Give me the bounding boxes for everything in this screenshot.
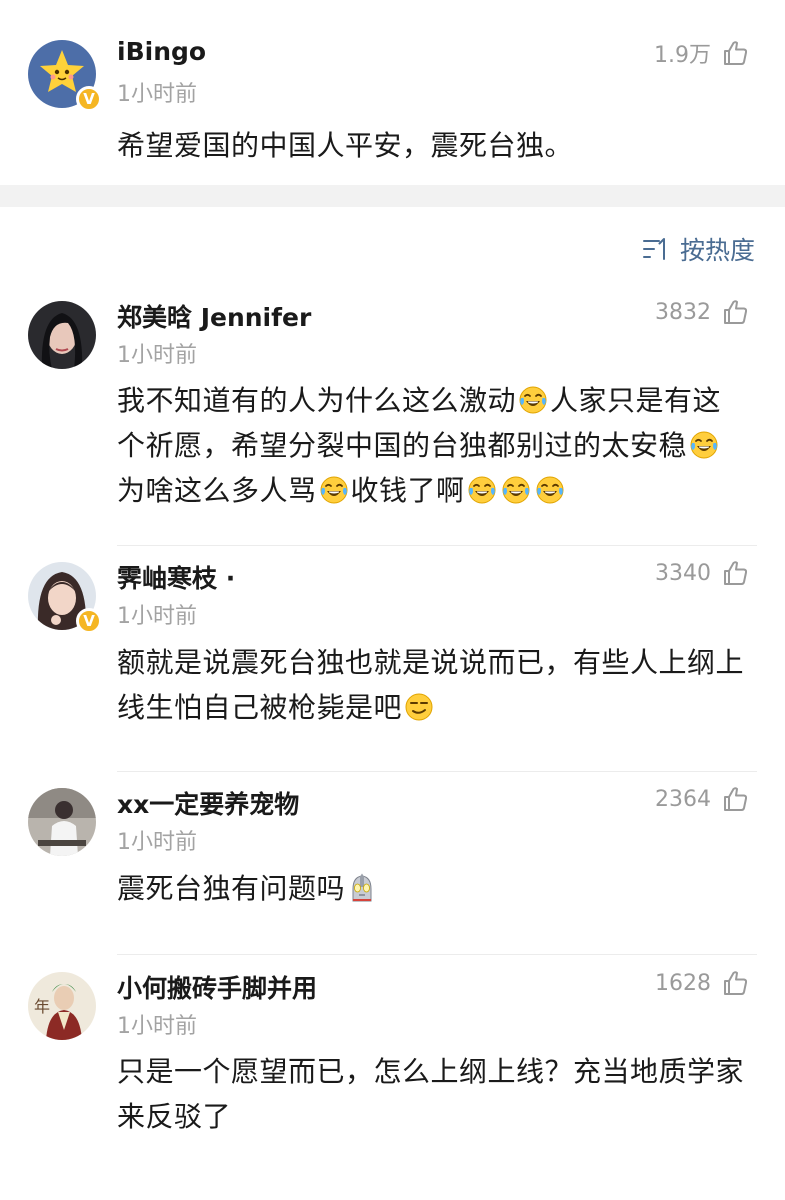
avatar[interactable]	[28, 788, 96, 856]
sort-by-hot-button[interactable]: 按热度	[642, 231, 755, 267]
like-count: 1628	[655, 970, 711, 996]
thumbs-up-icon	[721, 298, 749, 326]
post-text: 希望爱国的中国人平安，震死台独。	[117, 129, 574, 162]
avatar[interactable]	[28, 301, 96, 369]
laughing-crying-emoji-icon	[467, 475, 497, 505]
anime-character-avatar-icon: 年	[28, 972, 96, 1040]
comment-item: 郑美晗 Jennifer 1小时前 3832 我不知道有的人为什么这么激动 人家只…	[0, 281, 785, 546]
timestamp: 1小时前	[117, 604, 197, 629]
like-button[interactable]: 1.9万	[654, 37, 749, 69]
svg-text:年: 年	[34, 997, 50, 1016]
thumbs-up-icon	[721, 39, 749, 67]
thumbs-up-icon	[721, 785, 749, 813]
like-count: 3832	[655, 299, 711, 325]
ultraman-emoji-icon	[347, 873, 377, 903]
sort-icon	[642, 238, 665, 260]
author-name[interactable]: xx一定要养宠物	[117, 785, 299, 821]
author-name[interactable]: iBingo	[117, 37, 206, 66]
timestamp: 1小时前	[117, 830, 197, 855]
like-count: 2364	[655, 786, 711, 812]
timestamp: 1小时前	[117, 82, 197, 107]
like-button[interactable]: 1628	[655, 969, 749, 997]
comment-text-part: 收钱了啊	[350, 474, 465, 507]
comment-text: 额就是说震死台独也就是说说而已，有些人上纲上线生怕自己被枪毙是吧	[117, 640, 745, 730]
thumbs-up-icon	[721, 559, 749, 587]
comment-text-part: 我不知道有的人为什么这么激动	[117, 384, 517, 417]
comment-text: 我不知道有的人为什么这么激动 人家只是有这个祈愿，希望分裂中国的台独都别过的太安稳…	[117, 378, 745, 513]
woman-portrait-avatar-icon	[28, 301, 96, 369]
smirk-emoji-icon	[404, 692, 434, 722]
author-name[interactable]: 小何搬砖手脚并用	[117, 969, 317, 1005]
comment-text: 只是一个愿望而已，怎么上纲上线？充当地质学家来反驳了	[117, 1055, 745, 1133]
laughing-crying-emoji-icon	[518, 385, 548, 415]
like-button[interactable]: 3340	[655, 559, 749, 587]
laughing-crying-emoji-icon	[689, 430, 719, 460]
comment-item: 年 小何搬砖手脚并用 1小时前 1628 只是一个愿望而已，怎么上纲上线？充当地…	[0, 955, 785, 1175]
timestamp: 1小时前	[117, 1014, 197, 1039]
comment-text: 震死台独有问题吗	[117, 866, 745, 911]
author-name[interactable]: 霁岫寒枝 ·	[117, 559, 235, 595]
laughing-crying-emoji-icon	[319, 475, 349, 505]
comment-text-part: 震死台独有问题吗	[117, 872, 346, 905]
sort-bar: 按热度	[0, 207, 785, 281]
like-button[interactable]: 2364	[655, 785, 749, 813]
timestamp: 1小时前	[117, 343, 197, 368]
original-post: V iBingo 1小时前 1.9万 希望爱国的中国人平安，震死台独。	[0, 0, 785, 185]
like-count: 1.9万	[654, 43, 711, 68]
comment-item: xx一定要养宠物 1小时前 2364 震死台独有问题吗	[0, 772, 785, 955]
like-count: 3340	[655, 560, 711, 586]
verified-badge-icon: V	[76, 86, 102, 112]
laughing-crying-emoji-icon	[535, 475, 565, 505]
avatar[interactable]: V	[28, 562, 102, 634]
comment-text-part: 为啥这么多人骂	[117, 474, 317, 507]
laughing-crying-emoji-icon	[501, 475, 531, 505]
section-separator	[0, 185, 785, 207]
verified-badge-icon: V	[76, 608, 102, 634]
thumbs-up-icon	[721, 969, 749, 997]
person-photo-avatar-icon	[28, 788, 96, 856]
sort-label: 按热度	[679, 236, 755, 265]
avatar[interactable]: V	[28, 40, 102, 112]
author-name[interactable]: 郑美晗 Jennifer	[117, 298, 311, 334]
like-button[interactable]: 3832	[655, 298, 749, 326]
comment-item: V 霁岫寒枝 · 1小时前 3340 额就是说震死台独也就是说说而已，有些人上纲…	[0, 546, 785, 772]
avatar[interactable]: 年	[28, 972, 96, 1040]
